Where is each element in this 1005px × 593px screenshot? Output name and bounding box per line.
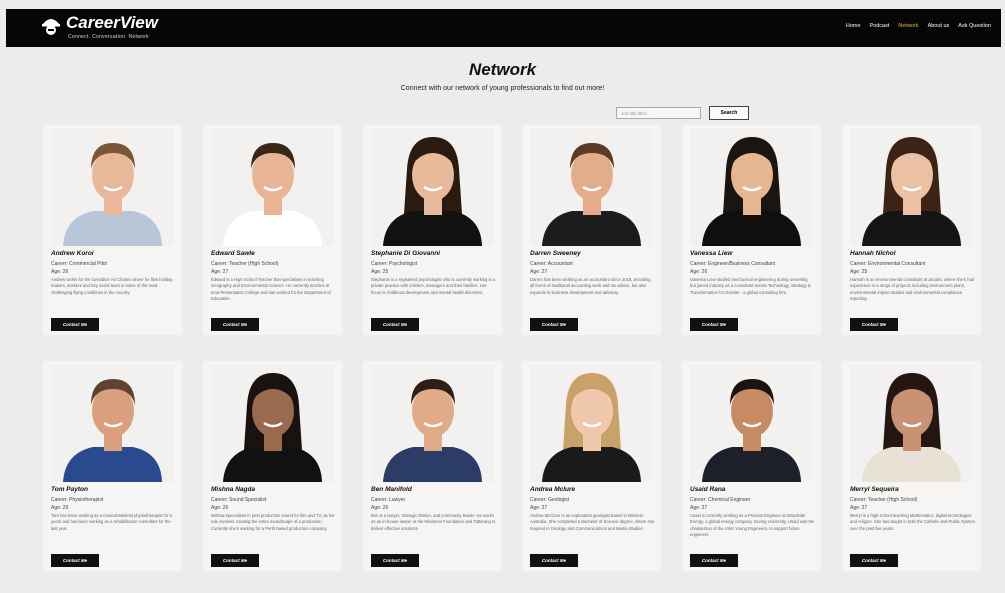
profile-name: Darren Sweeney [530,250,581,257]
profile-photo [530,129,653,246]
profile-age: Age: 26 [211,505,229,511]
profile-career: Career: Engineer/Business Consultant [690,261,776,267]
contact-me-button[interactable]: Contact Me [530,318,578,331]
main-nav: Home Podcast Network About us Ask Questi… [846,23,991,29]
profile-card: Darren Sweeney Career: Accountant Age: 27 D… [522,125,661,335]
profile-card: Ben Manifold Career: Lawyer Age: 26 Ben is … [363,361,502,571]
profile-bio: Ben is a lawyer, strategic thinker, and … [371,513,496,531]
profile-bio: Tom has been working as a musculoskeleta… [51,513,172,531]
profile-career: Career: Chemical Engineer [690,497,751,503]
profile-card: Stephanie Di Giovanni Career: Psychologis… [363,125,502,335]
profile-card: Andrew Koroi Career: Commercial Pilot Age:… [43,125,182,335]
profile-career: Career: Lawyer [371,497,406,503]
profile-photo [690,365,813,482]
contact-me-button[interactable]: Contact Me [51,554,99,567]
contact-me-button[interactable]: Contact Me [371,554,419,567]
profile-name: Andrew Koroi [51,250,94,257]
profile-career: Career: Commercial Pilot [51,261,107,267]
worker-helmet-icon [40,13,62,39]
profile-name: Vanessa Liew [690,250,733,257]
profile-name: Stephanie Di Giovanni [371,250,440,257]
profile-photo [51,129,174,246]
page-subtitle: Connect with our network of young profes… [400,85,605,92]
profile-card: Mishna Nagda Career: Sound Specialist Age:… [203,361,342,571]
nav-podcast[interactable]: Podcast [870,23,890,29]
profile-card: Vanessa Liew Career: Engineer/Business Co… [682,125,821,335]
contact-me-button[interactable]: Contact Me [51,318,99,331]
profile-photo [51,365,174,482]
profile-bio: Stephanie is a registered psychologist w… [371,277,496,295]
profile-age: Age: 27 [850,505,868,511]
profile-career: Career: Psychologist [371,261,418,267]
top-navigation-bar: CareerView Connect. Conversation. Networ… [6,9,1001,47]
profile-bio: Darren has been working as an accountant… [530,277,651,295]
profile-name: Ben Manifold [371,486,412,493]
profile-bio: Hannah is an environmental consultant at… [850,277,975,302]
profile-age: Age: 27 [211,269,229,275]
profile-photo [211,129,334,246]
profile-age: Age: 26 [690,269,708,275]
nav-network[interactable]: Network [898,23,918,29]
contact-me-button[interactable]: Contact Me [371,318,419,331]
profile-name: Hannah Nichol [850,250,896,257]
profile-age: Age: 27 [690,505,708,511]
contact-me-button[interactable]: Contact Me [850,318,898,331]
profile-bio: Edward is a High School Teacher that spe… [211,277,331,302]
profile-bio: Vanessa Liew studied mechanical engineer… [690,277,811,295]
nav-home[interactable]: Home [846,23,861,29]
nav-ask-question[interactable]: Ask Question [958,23,991,29]
profile-age: Age: 27 [530,269,548,275]
profile-photo [850,365,973,482]
profile-career: Career: Teacher (High School) [850,497,918,503]
contact-me-button[interactable]: Contact Me [530,554,578,567]
profile-photo [850,129,973,246]
profile-photo [371,129,494,246]
job-title-search-input[interactable] [616,107,701,119]
profile-photo [690,129,813,246]
profile-career: Career: Physiotherapist [51,497,104,503]
profile-name: Usaid Rana [690,486,726,493]
profile-age: Age: 25 [371,269,389,275]
page-title: Network [468,60,537,79]
profile-bio: Andrew works for the Geraldton Air Chart… [51,277,173,295]
contact-me-button[interactable]: Contact Me [211,554,259,567]
contact-me-button[interactable]: Contact Me [850,554,898,567]
contact-me-button[interactable]: Contact Me [690,318,738,331]
profile-photo [371,365,494,482]
profile-career: Career: Sound Specialist [211,497,267,503]
profile-career: Career: Accountant [530,261,573,267]
profile-bio: Usaid is currently working as a Process … [690,513,815,538]
profile-card: Andrea Mclure Career: Geologist Age: 27 And… [522,361,661,571]
profile-card: Usaid Rana Career: Chemical Engineer Age: … [682,361,821,571]
profile-bio: Mishna specialises in post production so… [211,513,335,531]
contact-me-button[interactable]: Contact Me [211,318,259,331]
profile-age: Age: 26 [371,505,389,511]
profile-bio: Andrea McClure is an exploration geologi… [530,513,655,531]
profile-age: Age: 25 [850,269,868,275]
nav-about-us[interactable]: About us [928,23,950,29]
profile-name: Mishna Nagda [211,486,256,493]
search-button[interactable]: Search [709,106,749,120]
brand-tagline: Connect. Conversation. Network [68,34,149,40]
profile-age: Age: 27 [530,505,548,511]
profile-name: Edward Sawle [211,250,255,257]
profile-age: Age: 26 [51,269,69,275]
contact-me-button[interactable]: Contact Me [690,554,738,567]
profile-age: Age: 29 [51,505,69,511]
profile-career: Career: Geologist [530,497,570,503]
profile-photo [530,365,653,482]
profile-card: Merryl Sequeira Career: Teacher (High Sch… [842,361,981,571]
profile-name: Tom Payton [51,486,88,493]
profile-name: Andrea Mclure [530,486,576,493]
profile-card: Edward Sawle Career: Teacher (High School… [203,125,342,335]
brand-name: CareerView [66,13,158,32]
profile-career: Career: Teacher (High School) [211,261,279,267]
profile-career: Career: Environmental Consultant [850,261,926,267]
profile-photo [211,365,334,482]
profile-card: Hannah Nichol Career: Environmental Consu… [842,125,981,335]
profile-name: Merryl Sequeira [850,486,899,493]
profile-card: Tom Payton Career: Physiotherapist Age: 29… [43,361,182,571]
profile-bio: Merryl is a high school teaching Mathema… [850,513,975,531]
